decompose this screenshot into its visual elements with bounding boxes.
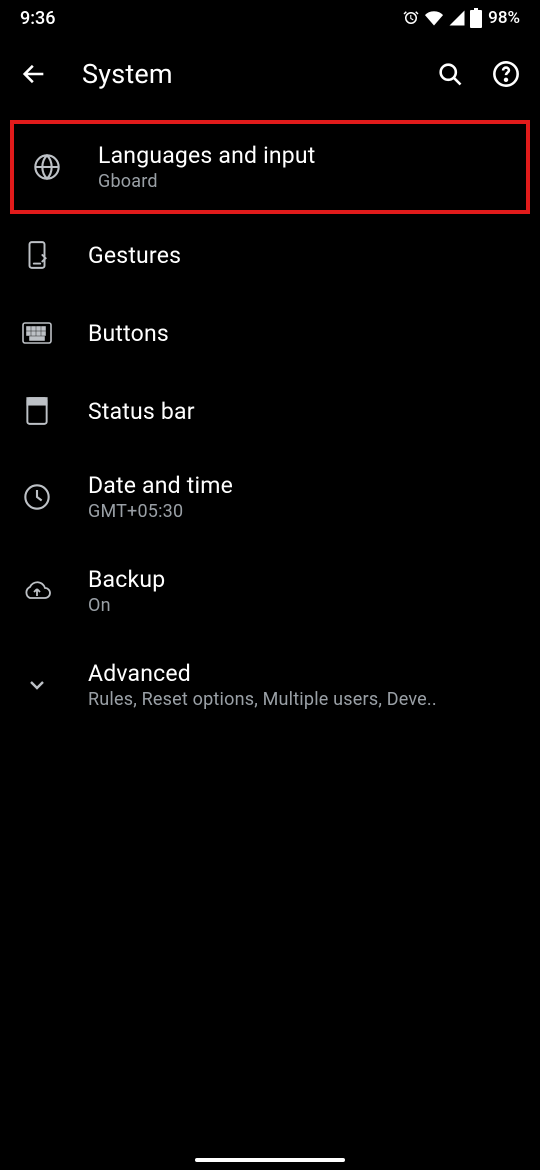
- item-date-time[interactable]: Date and time GMT+05:30: [0, 450, 540, 544]
- item-backup[interactable]: Backup On: [0, 544, 540, 638]
- status-bar: 9:36 98%: [0, 0, 540, 36]
- statusbar-icon: [22, 396, 52, 426]
- battery-icon: [470, 8, 482, 28]
- item-title: Date and time: [88, 472, 518, 499]
- app-bar: System: [0, 36, 540, 112]
- globe-icon: [32, 152, 62, 182]
- page-title: System: [82, 58, 402, 90]
- item-gestures[interactable]: Gestures: [0, 216, 540, 294]
- status-time: 9:36: [20, 8, 55, 29]
- back-button[interactable]: [20, 60, 48, 88]
- gestures-icon: [22, 240, 52, 270]
- item-title: Advanced: [88, 660, 518, 687]
- battery-percent: 98%: [488, 8, 520, 28]
- item-title: Backup: [88, 566, 518, 593]
- item-advanced[interactable]: Advanced Rules, Reset options, Multiple …: [0, 638, 540, 732]
- item-subtitle: GMT+05:30: [88, 501, 498, 522]
- item-subtitle: On: [88, 595, 498, 616]
- chevron-down-icon: [22, 670, 52, 700]
- item-subtitle: Rules, Reset options, Multiple users, De…: [88, 689, 498, 710]
- item-title: Buttons: [88, 320, 518, 347]
- alarm-icon: [402, 9, 420, 27]
- help-button[interactable]: [492, 60, 520, 88]
- item-languages-input[interactable]: Languages and input Gboard: [10, 120, 530, 214]
- item-title: Languages and input: [98, 142, 508, 169]
- status-icons: 98%: [402, 8, 520, 28]
- signal-icon: [448, 9, 466, 27]
- item-subtitle: Gboard: [98, 171, 508, 192]
- nav-indicator[interactable]: [195, 1158, 345, 1162]
- item-title: Gestures: [88, 242, 518, 269]
- search-button[interactable]: [436, 60, 464, 88]
- keyboard-icon: [22, 318, 52, 348]
- settings-list: Languages and input Gboard Gestures Butt…: [0, 112, 540, 732]
- wifi-icon: [424, 9, 444, 27]
- clock-icon: [22, 482, 52, 512]
- cloud-upload-icon: [22, 576, 52, 606]
- item-status-bar[interactable]: Status bar: [0, 372, 540, 450]
- item-buttons[interactable]: Buttons: [0, 294, 540, 372]
- item-title: Status bar: [88, 398, 518, 425]
